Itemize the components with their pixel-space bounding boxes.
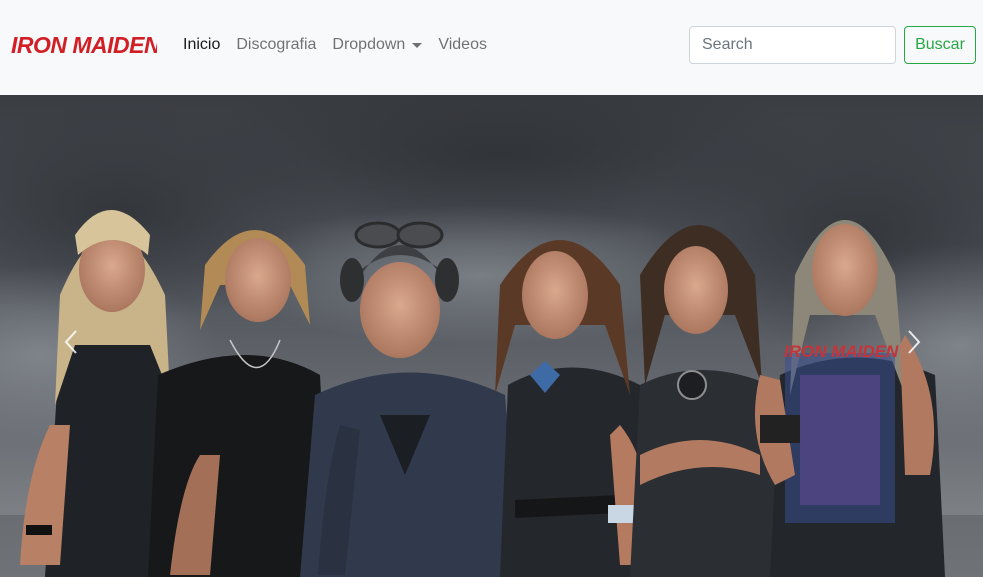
nav-item-inicio[interactable]: Inicio [183,35,220,55]
chevron-left-icon [64,330,77,354]
band-photo: IRON MAIDEN [0,95,983,577]
chevron-right-icon [908,330,921,354]
nav-item-dropdown[interactable]: Dropdown [332,35,423,55]
carousel-prev-button[interactable] [56,327,86,357]
search-button[interactable]: Buscar [904,26,976,64]
nav-item-discografia[interactable]: Discografia [236,35,316,55]
caret-down-icon [412,43,423,48]
shirt-print-text: IRON MAIDEN [784,342,899,361]
navbar: IRON MAIDEN Inicio Discografia Dropdown … [0,0,983,95]
carousel: IRON MAIDEN [0,95,983,577]
brand-logo[interactable]: IRON MAIDEN [11,30,157,60]
brand-logo-text: IRON MAIDEN [11,32,157,58]
nav-links: Inicio Discografia Dropdown Videos [183,35,503,55]
carousel-next-button[interactable] [899,327,929,357]
nav-item-videos[interactable]: Videos [438,35,487,55]
nav-item-dropdown-label: Dropdown [332,36,406,53]
search-input[interactable] [689,26,896,64]
